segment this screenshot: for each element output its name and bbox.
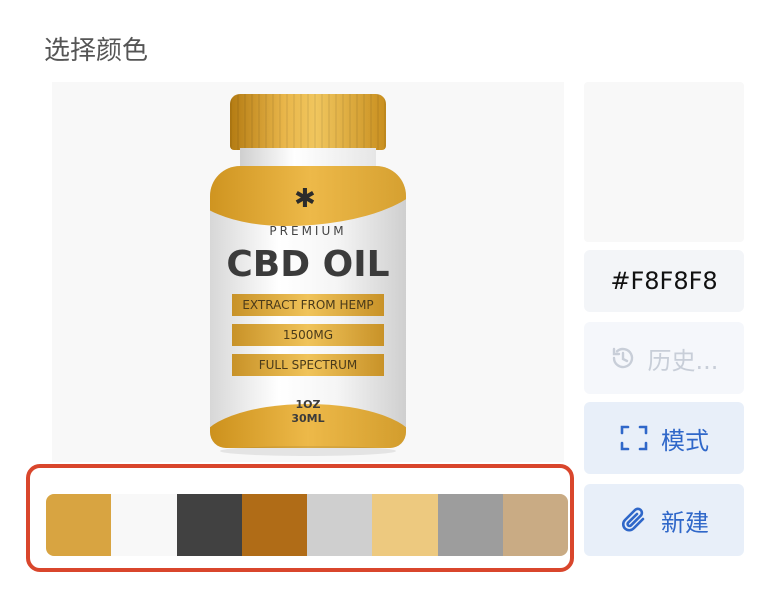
- palette-color-chip[interactable]: [111, 494, 177, 556]
- paperclip-icon: [622, 507, 645, 532]
- bottle-label: ✱ PREMIUM CBD OIL EXTRACT FROM HEMP 1500…: [210, 166, 406, 448]
- history-button-label: 历史...: [647, 346, 719, 375]
- history-button[interactable]: 历史...: [584, 322, 744, 394]
- label-brand: CBD OIL: [226, 244, 390, 285]
- new-button-label: 新建: [661, 508, 709, 537]
- color-palette: [46, 494, 568, 556]
- label-band-dose: 1500MG: [232, 324, 384, 346]
- palette-color-chip[interactable]: [241, 494, 307, 556]
- history-icon: [612, 347, 633, 369]
- bottle-cap: [230, 94, 386, 150]
- new-button[interactable]: 新建: [584, 484, 744, 556]
- product-bottle-image: ✱ PREMIUM CBD OIL EXTRACT FROM HEMP 1500…: [210, 94, 406, 458]
- palette-color-chip[interactable]: [372, 494, 438, 556]
- palette-color-chip[interactable]: [46, 494, 112, 556]
- panel-title: 选择颜色: [44, 36, 149, 66]
- scan-frame-icon: [620, 425, 648, 451]
- label-band-extract: EXTRACT FROM HEMP: [232, 294, 384, 316]
- label-band-spectrum: FULL SPECTRUM: [232, 354, 384, 376]
- hex-value-field[interactable]: #F8F8F8: [584, 250, 744, 312]
- selected-color-swatch: [584, 82, 744, 242]
- palette-color-chip[interactable]: [176, 494, 242, 556]
- palette-color-chip[interactable]: [437, 494, 503, 556]
- label-volume: 1OZ 30ML: [291, 398, 325, 425]
- label-premium: PREMIUM: [269, 224, 347, 238]
- product-image-preview[interactable]: ✱ PREMIUM CBD OIL EXTRACT FROM HEMP 1500…: [52, 82, 564, 462]
- mode-button-label: 模式: [661, 426, 709, 455]
- mode-button[interactable]: 模式: [584, 402, 744, 474]
- palette-color-chip[interactable]: [502, 494, 568, 556]
- palette-color-chip[interactable]: [307, 494, 373, 556]
- hemp-leaf-icon: ✱: [294, 184, 316, 214]
